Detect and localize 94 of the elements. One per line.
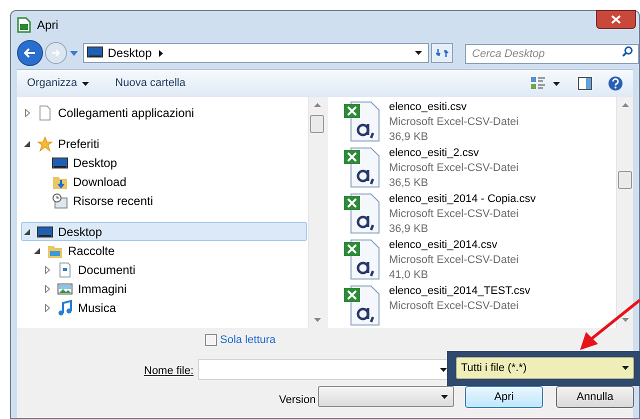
file-name: elenco_esiti.csv xyxy=(389,100,468,115)
file-item[interactable]: elenco_esiti_2014 - Copia.csv Microsoft Excel-CSV-Datei 36,9 KB xyxy=(343,192,616,238)
close-button[interactable] xyxy=(596,10,636,29)
caret-icon xyxy=(82,82,90,86)
file-type: Microsoft Excel-CSV-Datei xyxy=(389,207,520,222)
file-type-dropdown[interactable]: Tutti i file (*.*) xyxy=(456,357,634,379)
breadcrumb-arrow-icon[interactable] xyxy=(158,50,163,56)
expand-arrow-icon[interactable] xyxy=(44,304,50,312)
file-item[interactable]: elenco_esiti.csv Microsoft Excel-CSV-Datei 36,9 KB xyxy=(343,100,616,146)
picture-icon xyxy=(57,280,73,296)
expand-arrow-icon[interactable] xyxy=(24,108,30,116)
back-button[interactable] xyxy=(17,40,43,66)
csv-file-icon xyxy=(343,100,381,142)
navigation-item[interactable]: Desktop xyxy=(21,222,307,241)
navigation-item[interactable]: Risorse recenti xyxy=(36,191,162,210)
csv-file-icon xyxy=(343,238,381,280)
forward-arrow-icon xyxy=(50,49,61,57)
file-item[interactable]: elenco_esiti_2014.csv Microsoft Excel-CSV-Datei 41,0 KB xyxy=(343,238,616,284)
file-name: elenco_esiti_2.csv xyxy=(389,146,480,161)
scrollbar[interactable] xyxy=(616,97,633,328)
back-arrow-icon xyxy=(24,48,36,58)
scroll-down-arrow-icon[interactable] xyxy=(314,318,320,322)
scroll-down-arrow-icon[interactable] xyxy=(622,318,628,322)
file-size: 36,9 KB xyxy=(389,222,430,237)
view-list-icon xyxy=(531,77,545,90)
read-only-label[interactable]: Sola lettura xyxy=(220,332,276,348)
navigation-item[interactable]: Raccolte xyxy=(31,241,124,260)
refresh-button[interactable] xyxy=(431,43,454,63)
window-title: Apri xyxy=(37,17,58,34)
scroll-up-arrow-icon[interactable] xyxy=(314,103,320,107)
view-options-button[interactable] xyxy=(531,77,560,90)
caret-icon xyxy=(440,368,447,372)
file-size: 36,5 KB xyxy=(389,176,430,191)
csv-file-icon xyxy=(343,146,381,188)
navigation-item[interactable]: Preferiti xyxy=(21,134,108,153)
close-icon xyxy=(611,15,621,24)
search-field[interactable]: Cerca Desktop xyxy=(465,44,640,64)
caret-icon xyxy=(441,394,448,398)
file-name: elenco_esiti_2014 - Copia.csv xyxy=(389,192,536,207)
search-icon xyxy=(622,46,634,57)
star-icon xyxy=(37,136,53,152)
navigation-item[interactable]: Download xyxy=(36,172,136,191)
file-type: Microsoft Excel-CSV-Datei xyxy=(389,115,519,130)
monitor-icon xyxy=(86,46,103,60)
caret-icon xyxy=(553,82,560,86)
help-icon[interactable] xyxy=(608,76,623,91)
expand-arrow-icon[interactable] xyxy=(44,284,50,292)
scroll-thumb[interactable] xyxy=(618,171,632,189)
navigation-item[interactable]: Immagini xyxy=(41,279,136,298)
collapse-arrow-icon[interactable] xyxy=(34,248,40,254)
monitor-icon xyxy=(37,224,53,240)
navigation-item[interactable]: Collegamenti applicazioni xyxy=(21,103,204,122)
page-icon xyxy=(37,104,53,120)
read-only-checkbox[interactable] xyxy=(205,334,217,346)
preview-pane-button[interactable] xyxy=(578,77,592,90)
preview-pane-icon xyxy=(578,77,592,90)
version-dropdown[interactable] xyxy=(318,386,454,407)
csv-file-icon xyxy=(343,192,381,234)
spreadsheet-app-icon xyxy=(17,17,31,33)
file-item[interactable]: elenco_esiti_2.csv Microsoft Excel-CSV-Datei 36,5 KB xyxy=(343,146,616,192)
collapse-arrow-icon[interactable] xyxy=(24,140,30,146)
scroll-thumb[interactable] xyxy=(310,115,324,133)
refresh-arrows-icon xyxy=(436,47,449,59)
file-size: 36,9 KB xyxy=(389,130,430,145)
scrollbar[interactable] xyxy=(308,97,325,328)
file-item[interactable]: elenco_esiti_2014_TEST.csv Microsoft Excel-CSV-Datei xyxy=(343,284,616,330)
file-name: elenco_esiti_2014_TEST.csv xyxy=(389,284,530,299)
file-type: Microsoft Excel-CSV-Datei xyxy=(389,161,519,176)
collapse-arrow-icon[interactable] xyxy=(24,228,30,234)
music-note-icon xyxy=(57,300,73,316)
file-size: 41,0 KB xyxy=(389,268,430,283)
file-name-label: Nome file: xyxy=(144,364,194,379)
navigation-item[interactable]: Desktop xyxy=(36,153,126,172)
address-dropdown-icon xyxy=(415,51,422,55)
recent-places-icon xyxy=(52,192,68,208)
scroll-up-arrow-icon[interactable] xyxy=(622,103,628,107)
cancel-button[interactable]: Annulla xyxy=(556,386,634,408)
version-label: Version xyxy=(279,393,316,408)
address-field[interactable]: Desktop xyxy=(82,43,430,63)
caret-icon xyxy=(622,366,629,370)
monitor-icon xyxy=(52,154,68,170)
navigation-item[interactable]: Musica xyxy=(41,298,126,317)
open-button[interactable]: Apri xyxy=(465,386,543,408)
expand-arrow-icon[interactable] xyxy=(44,266,50,274)
address-location[interactable]: Desktop xyxy=(108,44,152,62)
dropdown-arrow-icon xyxy=(70,50,78,56)
file-type: Microsoft Excel-CSV-Datei xyxy=(389,299,520,314)
document-icon xyxy=(57,262,73,278)
navigation-item[interactable]: Documenti xyxy=(41,260,144,279)
organize-menu-button[interactable]: Organizza xyxy=(27,75,90,92)
file-name: elenco_esiti_2014.csv xyxy=(389,238,498,253)
annotation-arrow xyxy=(578,298,640,352)
file-type: Microsoft Excel-CSV-Datei xyxy=(389,253,519,268)
new-folder-button[interactable]: Nuova cartella xyxy=(115,75,186,92)
